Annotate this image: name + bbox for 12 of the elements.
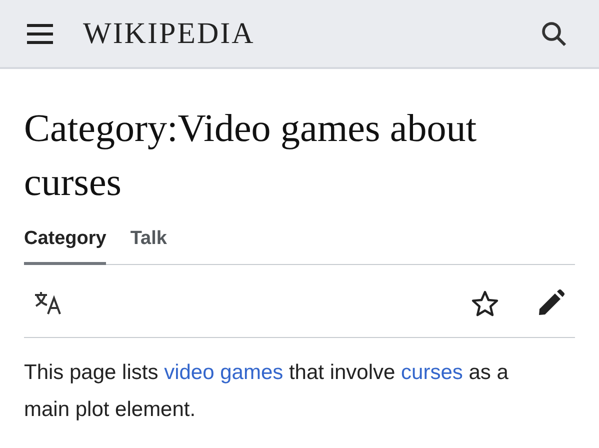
star-icon[interactable] (471, 290, 499, 316)
search-icon[interactable] (541, 20, 567, 46)
link[interactable]: curses (401, 361, 463, 384)
pencil-icon[interactable] (537, 289, 565, 317)
tab[interactable]: Category (24, 228, 106, 265)
link[interactable]: video games (164, 361, 284, 384)
intro-paragraph: This page lists video games that involve curses as a main plot element. (24, 360, 510, 423)
tab[interactable]: Talk (130, 228, 167, 265)
menu-icon[interactable] (27, 24, 53, 44)
wikipedia-logo[interactable]: WIKIPEDIA (83, 16, 255, 50)
page-title: Category:Video games about curses (24, 106, 478, 206)
language-icon[interactable] (34, 291, 62, 315)
